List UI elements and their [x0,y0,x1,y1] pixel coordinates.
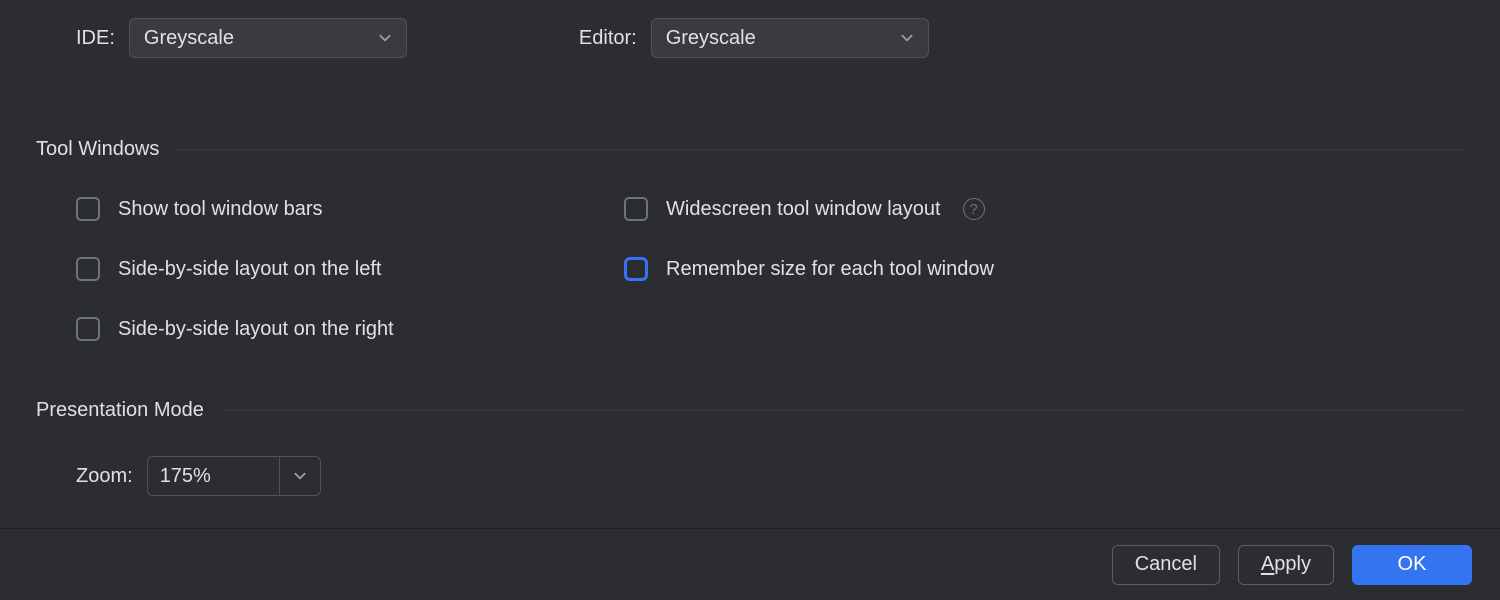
chevron-down-icon [900,31,914,45]
help-icon-label: ? [969,201,977,218]
widescreen-layout-checkbox[interactable]: Widescreen tool window layout ? [624,197,994,221]
cancel-button[interactable]: Cancel [1112,545,1220,585]
divider [222,410,1464,411]
checkbox-icon [76,317,100,341]
ok-button-label: OK [1398,553,1427,576]
side-by-side-right-checkbox[interactable]: Side-by-side layout on the right [76,317,624,341]
presentation-mode-section-header: Presentation Mode [36,399,1464,422]
checkbox-icon [76,257,100,281]
zoom-row: Zoom: 175% [36,456,1464,496]
apply-button[interactable]: Apply [1238,545,1334,585]
zoom-label: Zoom: [76,465,133,488]
chevron-down-icon [293,469,307,483]
tool-windows-section-header: Tool Windows [36,138,1464,161]
checkbox-label: Widescreen tool window layout [666,198,941,221]
ide-dropdown-value: Greyscale [144,27,234,50]
checkbox-label: Side-by-side layout on the right [118,318,394,341]
tool-windows-options: Show tool window bars Side-by-side layou… [36,197,1464,341]
show-tool-window-bars-checkbox[interactable]: Show tool window bars [76,197,624,221]
zoom-input[interactable]: 175% [147,456,321,496]
remember-size-checkbox[interactable]: Remember size for each tool window [624,257,994,281]
checkbox-label: Show tool window bars [118,198,323,221]
top-dropdown-row: IDE: Greyscale Editor: Greyscale [36,0,1464,58]
checkbox-icon [624,197,648,221]
ide-dropdown[interactable]: Greyscale [129,18,407,58]
checkbox-icon [76,197,100,221]
editor-dropdown-value: Greyscale [666,27,756,50]
presentation-mode-title: Presentation Mode [36,399,204,422]
ide-label: IDE: [76,27,115,50]
zoom-stepper-button[interactable] [279,456,321,496]
zoom-value[interactable]: 175% [147,456,279,496]
ok-button[interactable]: OK [1352,545,1472,585]
apply-button-label: Apply [1261,553,1311,576]
tool-windows-title: Tool Windows [36,138,159,161]
checkbox-label: Side-by-side layout on the left [118,258,382,281]
cancel-button-label: Cancel [1135,553,1197,576]
editor-dropdown[interactable]: Greyscale [651,18,929,58]
side-by-side-left-checkbox[interactable]: Side-by-side layout on the left [76,257,624,281]
dialog-footer: Cancel Apply OK [0,528,1500,600]
chevron-down-icon [378,31,392,45]
divider [177,149,1464,150]
checkbox-label: Remember size for each tool window [666,258,994,281]
help-icon[interactable]: ? [963,198,985,220]
editor-label: Editor: [579,27,637,50]
checkbox-icon [624,257,648,281]
